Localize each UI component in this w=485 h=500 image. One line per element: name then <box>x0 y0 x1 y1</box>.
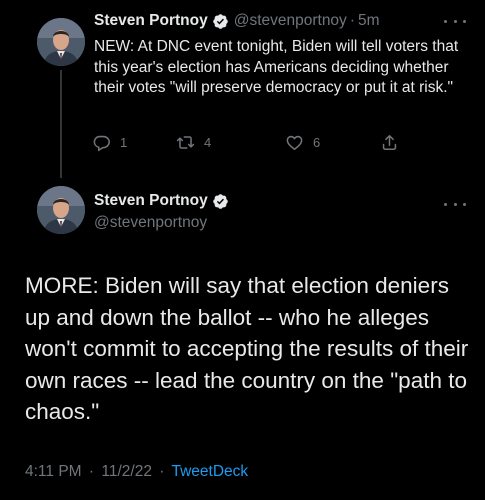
more-dots-icon[interactable] <box>444 16 466 26</box>
retweet-button[interactable]: 4 <box>176 133 211 152</box>
separator-dot: · <box>88 463 95 480</box>
author-handle[interactable]: @stevenportnoy <box>94 213 207 233</box>
reply-button[interactable]: 1 <box>92 133 127 152</box>
separator-dot: · <box>349 12 355 29</box>
author-name[interactable]: Steven Portnoy <box>94 11 208 31</box>
focused-tweet-author: Steven Portnoy <box>94 191 229 211</box>
author-avatar[interactable] <box>37 186 85 234</box>
tweet-meta: 4:11 PM · 11/2/22 · TweetDeck <box>25 462 248 482</box>
parent-tweet-text: NEW: At DNC event tonight, Biden will te… <box>94 38 459 96</box>
retweet-count: 4 <box>204 135 212 150</box>
tweet-date[interactable]: 11/2/22 <box>101 463 152 480</box>
share-button[interactable] <box>380 133 399 152</box>
like-button[interactable]: 6 <box>285 133 320 152</box>
heart-icon <box>286 135 303 150</box>
share-upload-icon <box>382 135 397 150</box>
more-dots-icon[interactable] <box>444 199 466 209</box>
tweet-age[interactable]: 5m <box>358 11 380 31</box>
thread-connector-line <box>60 70 62 178</box>
tweet-source-link[interactable]: TweetDeck <box>171 463 248 480</box>
author-avatar[interactable] <box>37 18 85 66</box>
reply-bubble-icon <box>93 135 110 152</box>
reply-count: 1 <box>120 135 128 150</box>
author-handle[interactable]: @stevenportnoy <box>234 11 347 31</box>
verified-badge-icon <box>212 13 229 30</box>
parent-tweet-header: Steven Portnoy @stevenportnoy · 5m <box>94 11 380 31</box>
focused-tweet-text: MORE: Biden will say that election denie… <box>25 273 469 424</box>
verified-badge-icon <box>212 193 229 210</box>
author-name[interactable]: Steven Portnoy <box>94 191 208 211</box>
separator-dot: · <box>159 463 165 480</box>
retweet-icon <box>176 136 195 149</box>
like-count: 6 <box>313 135 321 150</box>
tweet-time[interactable]: 4:11 PM <box>25 463 82 480</box>
tweet-action-bar: 1 4 6 <box>92 133 402 155</box>
